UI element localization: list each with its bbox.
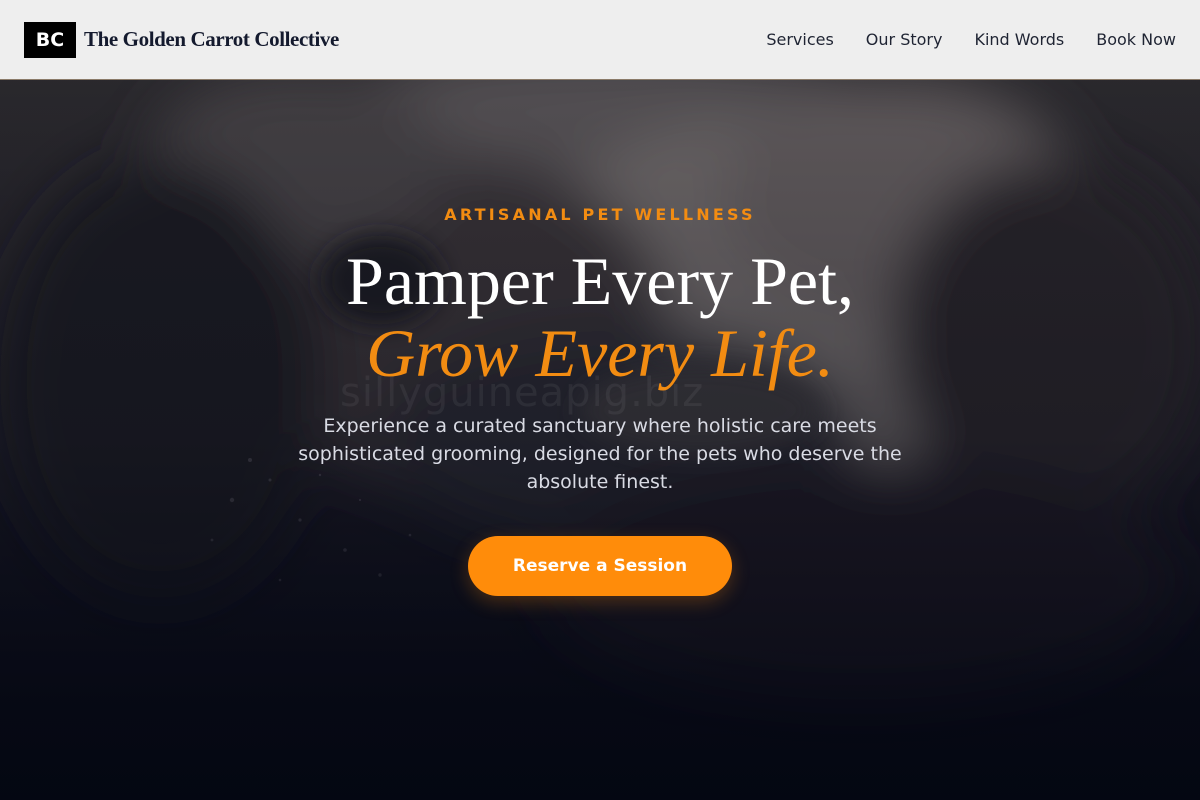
hero-headline-line1: Pamper Every Pet, [346,243,854,319]
nav-link-services[interactable]: Services [766,30,833,49]
hero-section: sillyguineapig.biz ARTISANAL PET WELLNES… [0,80,1200,800]
site-header: BC The Golden Carrot Collective Services… [0,0,1200,80]
brand-logo-link[interactable]: BC The Golden Carrot Collective [24,21,339,58]
logo-mark: BC [24,21,76,58]
reserve-session-button[interactable]: Reserve a Session [468,536,732,596]
hero-subtext: Experience a curated sanctuary where hol… [298,415,902,493]
nav-link-our-story[interactable]: Our Story [866,30,943,49]
nav-link-book-now[interactable]: Book Now [1096,30,1176,49]
hero-headline-line2: Grow Every Life. [366,315,834,391]
nav-link-kind-words[interactable]: Kind Words [974,30,1064,49]
brand-name: The Golden Carrot Collective [84,27,339,51]
main-nav: Services Our Story Kind Words Book Now [734,30,1176,49]
hero-eyebrow: ARTISANAL PET WELLNESS [444,205,756,224]
